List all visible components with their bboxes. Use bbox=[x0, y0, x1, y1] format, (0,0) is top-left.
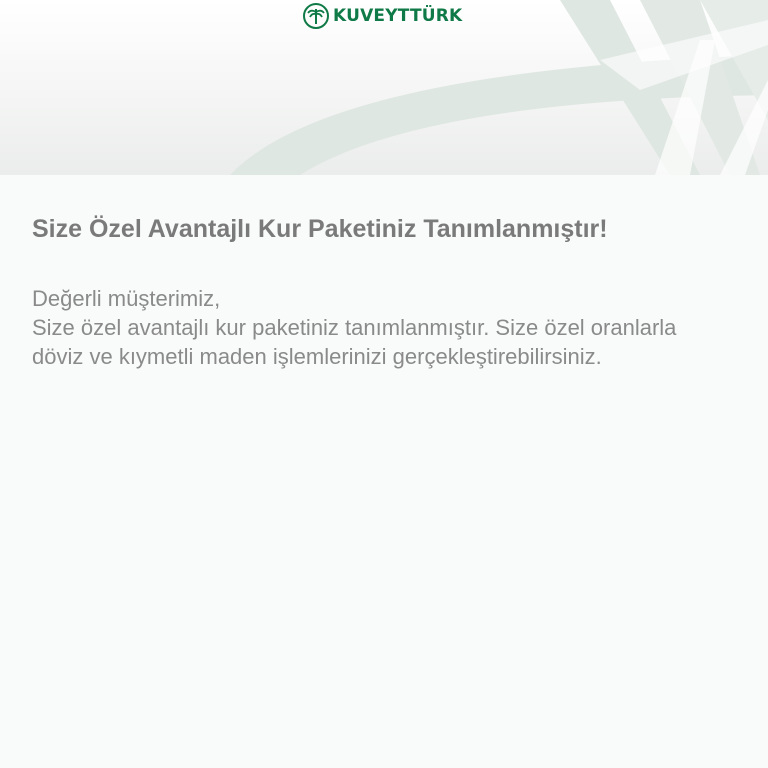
brand-name: KUVEYTTÜRK bbox=[333, 6, 463, 26]
palm-tree-icon bbox=[303, 3, 329, 29]
notification-body: Değerli müşterimiz, Size özel avantajlı … bbox=[32, 284, 682, 371]
message-text: Size özel avantajlı kur paketiniz tanıml… bbox=[32, 315, 677, 369]
header-banner: KUVEYTTÜRK bbox=[0, 0, 768, 175]
greeting-text: Değerli müşterimiz, bbox=[32, 286, 221, 311]
notification-title: Size Özel Avantajlı Kur Paketiniz Tanıml… bbox=[32, 215, 608, 243]
notification-page: KUVEYTTÜRK Size Özel Avantajlı Kur Paket… bbox=[0, 0, 768, 768]
notification-content: Size Özel Avantajlı Kur Paketiniz Tanıml… bbox=[32, 175, 732, 371]
brand-logo: KUVEYTTÜRK bbox=[303, 2, 462, 30]
